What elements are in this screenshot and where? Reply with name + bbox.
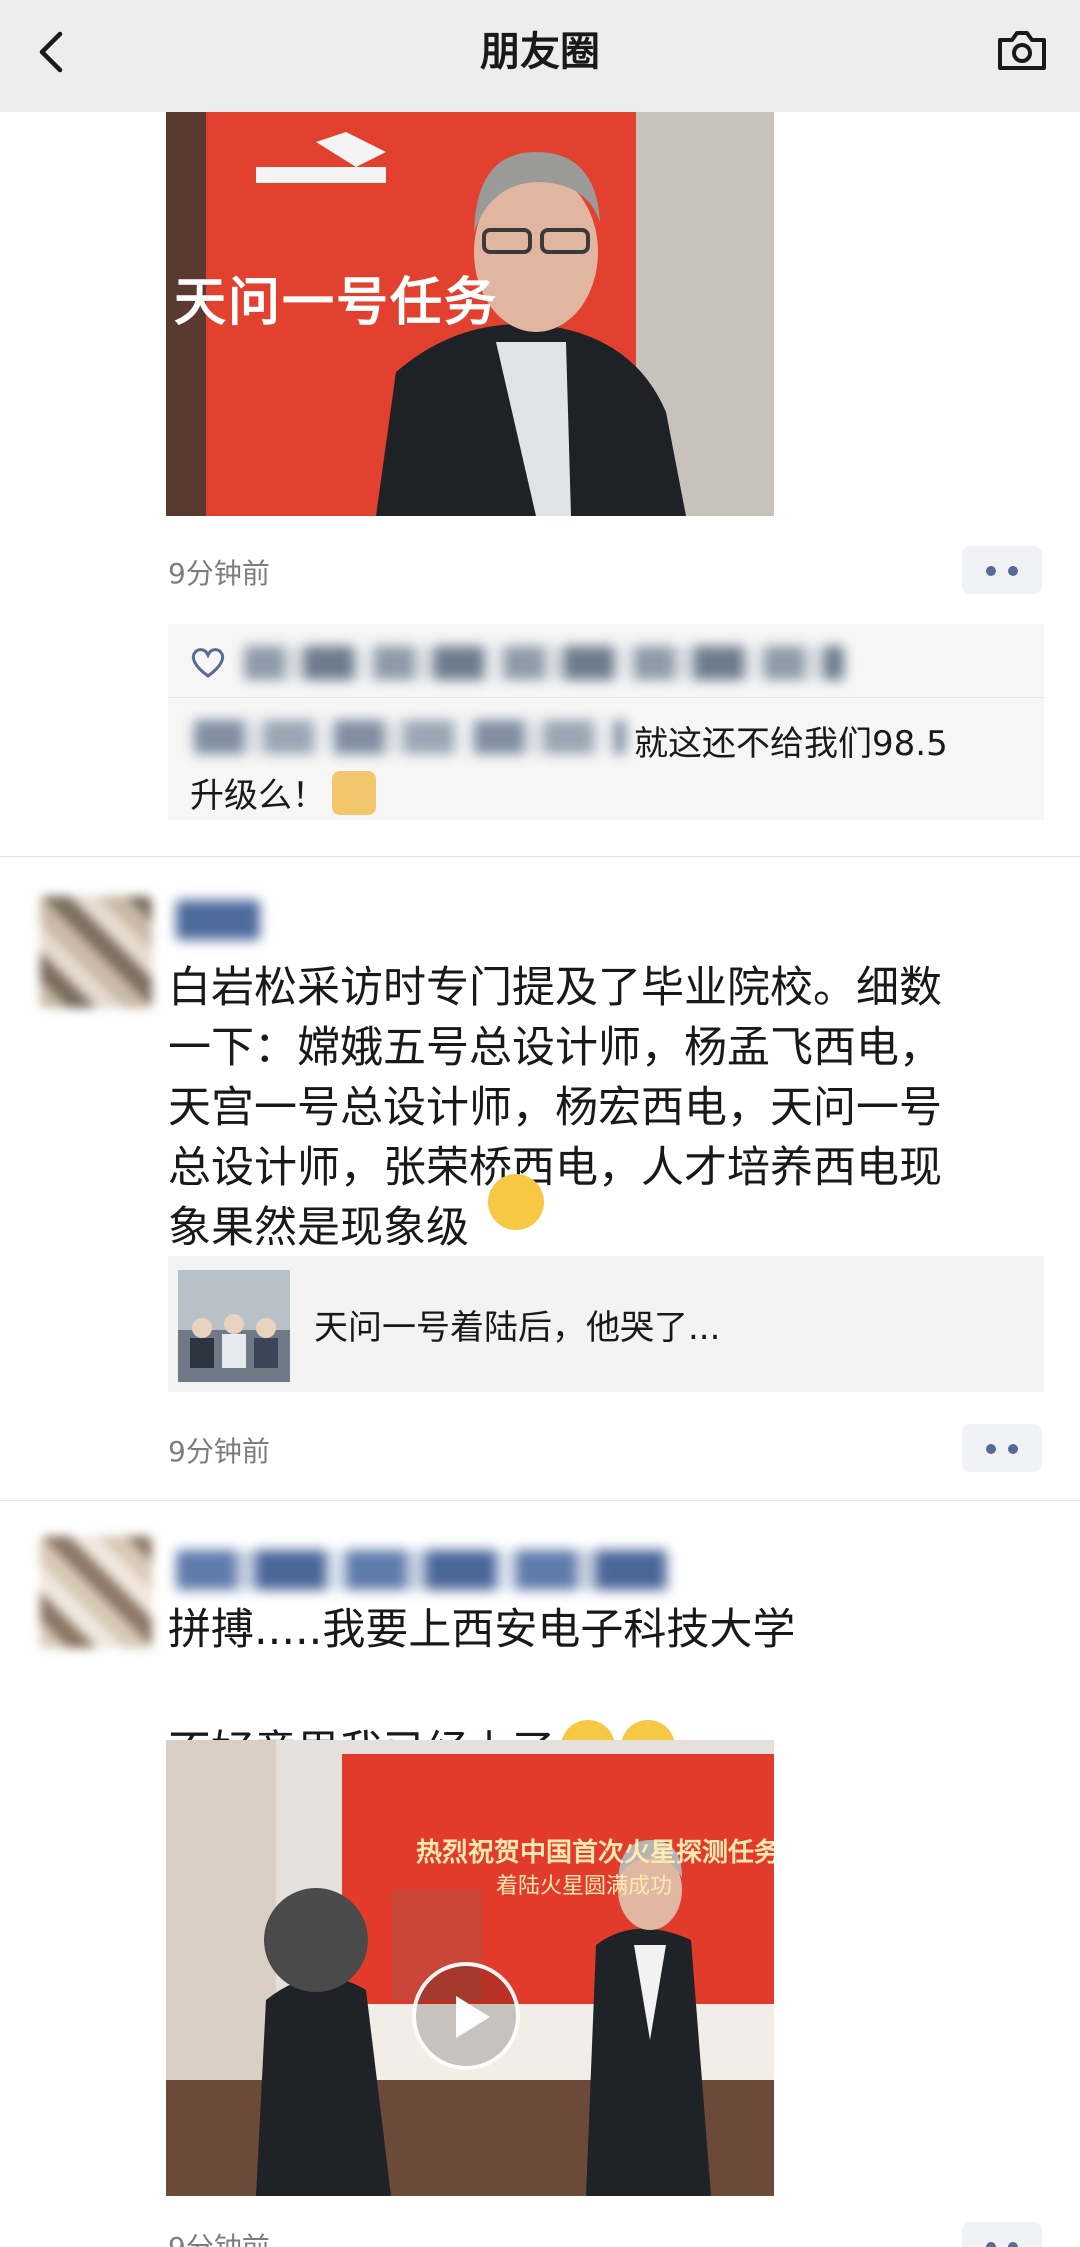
- post-divider: [0, 1500, 1080, 1501]
- photo-caption: 天问一号任务: [174, 273, 499, 333]
- post-divider: [0, 856, 1080, 857]
- post-text: 白岩松采访时专门提及了毕业院校。细数 一下：嫦娥五号总设计师，杨孟飞西电， 天宫…: [168, 963, 942, 1253]
- blurred-username[interactable]: [176, 900, 260, 940]
- link-thumbnail: [178, 1270, 290, 1382]
- link-title: 天问一号着陆后，他哭了...: [314, 1308, 721, 1348]
- comment-text-line2-label: 升级么！: [190, 776, 326, 816]
- page-title: 朋友圈: [480, 29, 600, 75]
- blurred-username[interactable]: [176, 1550, 670, 1590]
- more-options-button[interactable]: [962, 1424, 1042, 1472]
- post-timestamp: 9分钟前: [168, 1435, 270, 1468]
- post-video[interactable]: 热烈祝贺中国首次火星探测任务 着陆火星圆满成功: [166, 1740, 774, 2196]
- blurred-like-names: [244, 646, 844, 680]
- avatar[interactable]: [40, 1536, 152, 1648]
- post-text-line1: 拼搏.....我要上西安电子科技大学: [168, 1605, 796, 1655]
- comment-text-line2: 升级么！: [190, 768, 376, 817]
- doge-emoji-icon: [332, 771, 376, 815]
- video-banner-text-line2: 着陆火星圆满成功: [496, 1874, 673, 1899]
- more-options-button[interactable]: [962, 546, 1042, 594]
- video-banner-text: 热烈祝贺中国首次火星探测任务: [416, 1838, 774, 1868]
- camera-button[interactable]: [990, 18, 1054, 82]
- likes-row: [168, 624, 1044, 698]
- heart-icon: [191, 648, 225, 678]
- control-room-thumbnail-illustration: [178, 1270, 290, 1382]
- avatar[interactable]: [40, 896, 152, 1008]
- top-bar: 朋友圈: [0, 0, 1080, 112]
- post-timestamp: 9分钟前: [168, 2226, 270, 2247]
- post-photo[interactable]: 天问一号任务: [166, 112, 774, 516]
- grin-emoji-icon: [488, 1174, 544, 1230]
- post-timestamp: 9分钟前: [168, 557, 270, 590]
- comment-box: 就这还不给我们98.5 升级么！: [168, 624, 1044, 820]
- shared-link-card[interactable]: 天问一号着陆后，他哭了...: [168, 1256, 1044, 1392]
- play-button[interactable]: [412, 1962, 520, 2070]
- comment-text-line1: 就这还不给我们98.5: [634, 724, 948, 764]
- blurred-commenter-name: [194, 720, 626, 754]
- camera-icon: [998, 31, 1046, 70]
- more-options-button[interactable]: [962, 2222, 1042, 2247]
